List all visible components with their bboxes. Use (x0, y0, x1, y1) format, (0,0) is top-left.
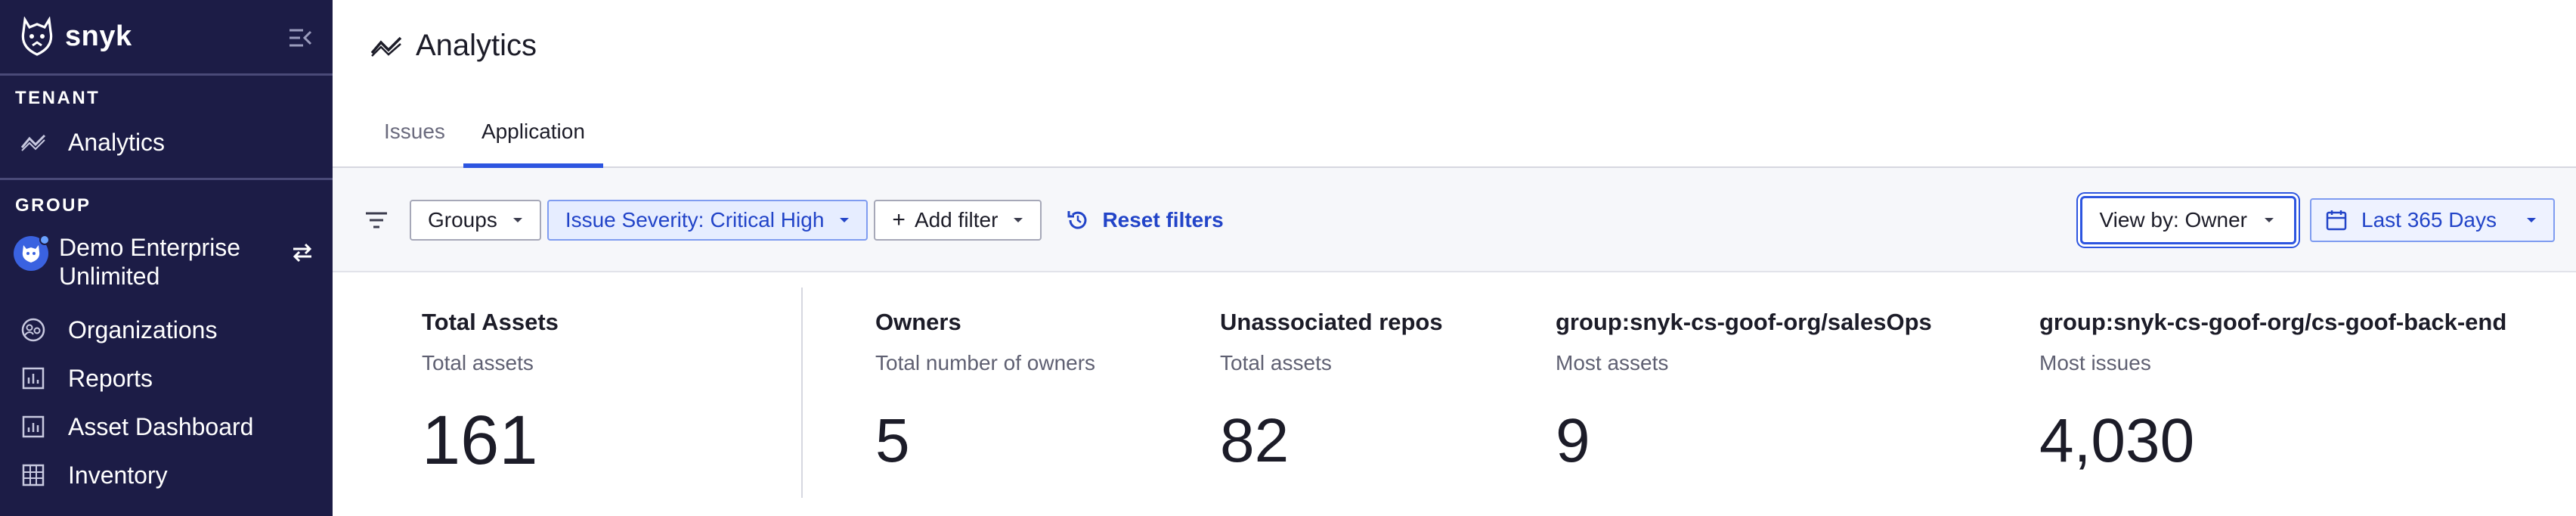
sidebar-item-label: Reports (68, 364, 153, 392)
reports-icon (20, 365, 47, 392)
date-range-dropdown[interactable]: Last 365 Days (2310, 198, 2555, 242)
page-header: Analytics Issues Application (333, 0, 2576, 168)
metric-title: group:snyk-cs-goof-org/cs-goof-back-end (2039, 309, 2507, 335)
metric-unassociated-repos: Unassociated repos Total assets 82 (1220, 309, 1443, 477)
calendar-icon (2325, 208, 2349, 232)
sidebar-header: snyk (0, 0, 333, 76)
metric-title: Total Assets (422, 309, 559, 335)
metric-value: 9 (1556, 406, 1590, 475)
tab-application[interactable]: Application (463, 109, 603, 168)
collapse-sidebar-icon[interactable] (286, 23, 316, 53)
analytics-title-icon (370, 30, 402, 62)
issue-severity-filter-dropdown[interactable]: Issue Severity: Critical High (546, 200, 868, 241)
plus-icon: + (892, 207, 906, 232)
metric-value: 161 (422, 402, 538, 479)
reset-filters-button[interactable]: Reset filters (1066, 207, 1224, 233)
view-by-dropdown[interactable]: View by: Owner (2078, 194, 2299, 247)
title-row: Analytics (370, 29, 537, 63)
severity-filter-prefix: Issue Severity: (565, 208, 704, 232)
metric-owners: Owners Total number of owners 5 (875, 309, 1095, 477)
metric-total-assets: Total Assets Total assets 161 (422, 309, 559, 480)
group-label: GROUP (15, 195, 91, 216)
chevron-down-icon (2264, 213, 2277, 227)
analytics-trend-icon (20, 129, 47, 156)
add-filter-label: Add filter (914, 208, 999, 232)
asset-dashboard-icon (20, 413, 47, 440)
metric-subtitle: Total number of owners (875, 351, 1096, 375)
inventory-grid-icon (20, 462, 47, 489)
organizations-icon (20, 316, 47, 343)
view-by-label: View by: Owner (2099, 208, 2247, 232)
view-controls: View by: Owner Last 365 Days (2078, 168, 2555, 272)
metric-subtitle: Most assets (1556, 351, 1669, 375)
groups-filter-dropdown[interactable]: Groups (410, 200, 541, 241)
sidebar-item-label: Organizations (68, 316, 218, 343)
metric-value: 4,030 (2039, 406, 2195, 475)
sidebar-item-organizations[interactable]: Organizations (0, 306, 333, 354)
metric-title: Owners (875, 309, 961, 335)
org-name: Demo Enterprise Unlimited (59, 234, 241, 290)
org-avatar (14, 235, 50, 271)
app-shell: snyk TENANT Analytics GROUP Demo Enterpr… (0, 0, 2576, 516)
metrics-row: Total Assets Total assets 161 Owners Tot… (333, 272, 2576, 514)
add-filter-button[interactable]: + Add filter (874, 200, 1042, 241)
metric-title: Unassociated repos (1220, 309, 1443, 335)
chevron-down-icon (2526, 213, 2540, 227)
severity-filter-value: Critical High (710, 208, 825, 232)
tab-issues[interactable]: Issues (366, 109, 463, 166)
reset-filters-label: Reset filters (1102, 208, 1224, 232)
switch-org-icon[interactable] (287, 238, 317, 268)
filter-controls: Groups Issue Severity: Critical High + A… (361, 168, 1224, 272)
chevron-down-icon (838, 213, 851, 227)
org-switcher[interactable]: Demo Enterprise Unlimited (0, 216, 333, 306)
sidebar: snyk TENANT Analytics GROUP Demo Enterpr… (0, 0, 333, 516)
metric-subtitle: Most issues (2039, 351, 2151, 375)
metric-most-issues-group: group:snyk-cs-goof-org/cs-goof-back-end … (2039, 309, 2506, 477)
page-title: Analytics (416, 29, 537, 62)
metric-value: 82 (1220, 406, 1290, 475)
metric-subtitle: Total assets (422, 351, 534, 375)
tenant-label: TENANT (15, 88, 101, 108)
sidebar-item-reports[interactable]: Reports (0, 354, 333, 403)
sidebar-item-label: Inventory (68, 461, 168, 489)
tenant-section: TENANT Analytics (0, 76, 333, 180)
metric-value: 5 (875, 406, 910, 475)
metric-title: group:snyk-cs-goof-org/salesOps (1556, 309, 1932, 335)
snyk-logo-icon[interactable] (18, 15, 56, 59)
sidebar-item-analytics[interactable]: Analytics (0, 118, 333, 166)
sidebar-item-label: Analytics (68, 128, 166, 156)
metric-most-assets-group: group:snyk-cs-goof-org/salesOps Most ass… (1556, 309, 1932, 477)
org-status-dot (39, 235, 50, 245)
reset-history-icon (1066, 207, 1091, 233)
chevron-down-icon (511, 213, 525, 227)
chevron-down-icon (1011, 213, 1025, 227)
sidebar-item-asset-dashboard[interactable]: Asset Dashboard (0, 403, 333, 451)
metrics-divider (801, 288, 803, 498)
group-section: GROUP Demo Enterprise Unlimited Organiza… (0, 180, 333, 499)
sidebar-item-inventory[interactable]: Inventory (0, 451, 333, 499)
tab-bar: Issues Application (366, 109, 603, 168)
date-range-label: Last 365 Days (2361, 208, 2497, 232)
filter-bar: Groups Issue Severity: Critical High + A… (333, 168, 2576, 272)
main-content: Analytics Issues Application Groups Issu… (333, 0, 2576, 516)
sidebar-item-label: Asset Dashboard (68, 412, 254, 440)
logo-text: snyk (65, 20, 132, 52)
groups-filter-label: Groups (428, 208, 497, 232)
metric-subtitle: Total assets (1220, 351, 1332, 375)
filter-icon[interactable] (361, 205, 392, 235)
